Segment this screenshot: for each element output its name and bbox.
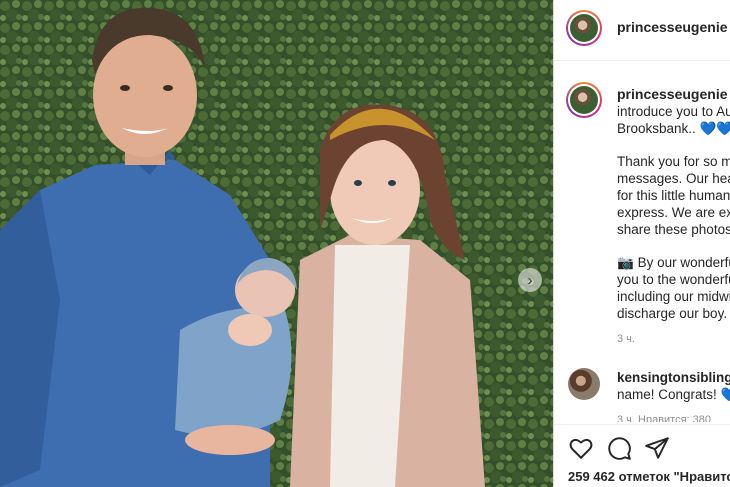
blue-heart-emoji: 💙💙 [699,121,730,136]
chevron-right-icon: › [527,271,533,289]
caption-avatar[interactable] [566,82,602,118]
heart-icon[interactable] [568,435,594,461]
blue-heart-emoji: 💙 [721,387,730,402]
author-username[interactable]: princesseugenie✓ [617,19,730,35]
caption-credit-first: By our wonderfu [633,255,730,270]
caption-credit-rest: you to the wonderfu including our midwi … [617,272,730,321]
caption-username[interactable]: princesseugenie✓ [617,86,730,102]
next-photo-button[interactable]: › [518,268,542,292]
comment-meta: 3 ч. Нравится: 380 [617,414,712,422]
photo-illustration [0,0,553,487]
camera-emoji: 📷 [617,255,634,270]
post-caption: introduce you to Au Brooksbank.. 💙💙 Than… [617,103,730,338]
commenter-avatar[interactable] [568,368,600,400]
post-timestamp[interactable]: 3 ч. [617,333,635,345]
post-actions: 259 462 отметок "Нравится" [554,424,730,487]
caption-paragraph-thanks: Thank you for so m messages. Our hear fo… [617,154,730,237]
comment-icon[interactable] [606,435,632,461]
author-avatar[interactable] [566,10,602,46]
share-icon[interactable] [644,435,670,461]
post-side-panel: princesseugenie✓ princesseugenie✓ introd… [553,0,730,487]
caption-line-2: Brooksbank.. [617,121,696,136]
comment-text: kensingtonsiblings name! Congrats! 💙 [617,369,730,403]
caption-line-1: introduce you to Au [617,104,730,119]
post-photo: › [0,0,553,487]
commenter-username[interactable]: kensingtonsiblings [617,370,730,385]
post-header: princesseugenie✓ [554,0,730,61]
likes-count[interactable]: 259 462 отметок "Нравится" [568,469,730,484]
comment-body: name! Congrats! [617,387,717,402]
